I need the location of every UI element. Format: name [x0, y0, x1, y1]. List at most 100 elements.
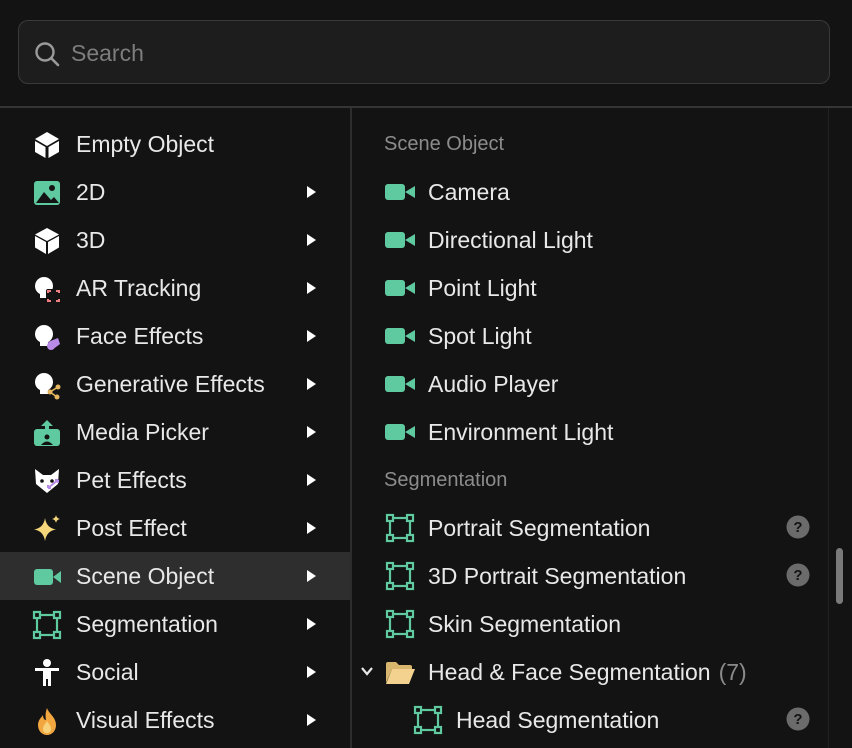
menu-item-label: AR Tracking [76, 275, 202, 301]
scrollbar-thumb[interactable] [836, 548, 843, 604]
menu-item-label: Face Effects [76, 323, 204, 349]
video-camera-icon [385, 232, 415, 248]
video-camera-icon [34, 569, 61, 585]
menu-item-ar-tracking[interactable]: AR Tracking [0, 264, 350, 312]
menu-item-label: Social [76, 659, 139, 685]
item-head-segmentation[interactable]: Head Segmentation ? [352, 696, 828, 744]
menu-item-visual-effects[interactable]: Visual Effects [0, 696, 350, 744]
item-label: Skin Segmentation [428, 611, 622, 637]
help-icon[interactable]: ? [786, 515, 810, 539]
item-label: Environment Light [428, 419, 614, 445]
svg-text:?: ? [793, 711, 802, 728]
section-header-scene-object: Scene Object [384, 133, 505, 155]
submenu-panel: Scene Object Camera Directional Light Po… [352, 108, 828, 748]
folder-open-icon [386, 662, 415, 684]
menu-item-label: Segmentation [76, 611, 218, 637]
item-environment-light[interactable]: Environment Light [352, 408, 828, 456]
chevron-right-icon [307, 474, 316, 486]
item-point-light[interactable]: Point Light [352, 264, 828, 312]
image-icon [34, 181, 60, 205]
menu-item-media-picker[interactable]: Media Picker [0, 408, 350, 456]
chevron-right-icon [307, 426, 316, 438]
cube-icon [35, 228, 59, 254]
pet-effects-icon [35, 469, 59, 493]
menu-item-3d[interactable]: 3D [0, 216, 350, 264]
item-spot-light[interactable]: Spot Light [352, 312, 828, 360]
item-camera[interactable]: Camera [352, 168, 828, 216]
video-camera-icon [385, 184, 415, 200]
search-area [0, 0, 852, 108]
segmentation-icon [385, 609, 415, 639]
video-camera-icon [385, 280, 415, 296]
menu-item-label: 3D [76, 227, 106, 253]
face-effects-icon [35, 325, 60, 350]
chevron-right-icon [307, 234, 316, 246]
chevron-right-icon [307, 330, 316, 342]
video-camera-icon [385, 424, 415, 440]
menu-item-label: Generative Effects [76, 371, 265, 397]
search-input[interactable] [71, 35, 811, 71]
menu-item-post-effect[interactable]: Post Effect [0, 504, 350, 552]
ar-tracking-icon [35, 277, 60, 303]
item-label: Point Light [428, 275, 537, 301]
video-camera-icon [385, 328, 415, 344]
item-label: 3D Portrait Segmentation [428, 563, 687, 589]
chevron-right-icon [307, 570, 316, 582]
section-header-segmentation: Segmentation [384, 469, 508, 491]
chevron-right-icon [307, 186, 316, 198]
flame-icon [38, 708, 56, 735]
segmentation-icon [385, 561, 415, 591]
item-label: Head & Face Segmentation (7) [428, 659, 747, 685]
menu-item-pet-effects[interactable]: Pet Effects [0, 456, 350, 504]
chevron-down-icon[interactable] [360, 664, 374, 678]
chevron-right-icon [307, 522, 316, 534]
item-count: (7) [718, 659, 747, 685]
item-audio-player[interactable]: Audio Player [352, 360, 828, 408]
item-directional-light[interactable]: Directional Light [352, 216, 828, 264]
chevron-right-icon [307, 714, 316, 726]
scrollbar-track[interactable] [828, 108, 852, 748]
item-label: Directional Light [428, 227, 593, 253]
item-label: Camera [428, 179, 510, 205]
menu-item-2d[interactable]: 2D [0, 168, 350, 216]
help-icon[interactable]: ? [786, 707, 810, 731]
menu-item-generative-effects[interactable]: Generative Effects [0, 360, 350, 408]
svg-text:?: ? [793, 567, 802, 584]
video-camera-icon [385, 376, 415, 392]
menu-item-label: Visual Effects [76, 707, 215, 733]
person-icon [35, 659, 59, 686]
item-3d-portrait-segmentation[interactable]: 3D Portrait Segmentation ? [352, 552, 828, 600]
item-portrait-segmentation[interactable]: Portrait Segmentation ? [352, 504, 828, 552]
menu-item-label: Empty Object [76, 131, 215, 157]
chevron-right-icon [307, 282, 316, 294]
empty-object-icon [35, 132, 59, 158]
menu-item-label: Media Picker [76, 419, 209, 445]
menu-item-face-effects[interactable]: Face Effects [0, 312, 350, 360]
generative-effects-icon [35, 373, 61, 400]
help-icon[interactable]: ? [786, 563, 810, 587]
item-label: Audio Player [428, 371, 559, 397]
menu-item-label: Pet Effects [76, 467, 187, 493]
chevron-right-icon [307, 378, 316, 390]
media-picker-icon [34, 420, 60, 446]
segmentation-icon [32, 610, 62, 640]
menu-item-scene-object[interactable]: Scene Object [0, 552, 350, 600]
chevron-right-icon [307, 618, 316, 630]
menu-item-segmentation[interactable]: Segmentation [0, 600, 350, 648]
menu-item-label: 2D [76, 179, 106, 205]
item-skin-segmentation[interactable]: Skin Segmentation [352, 600, 828, 648]
menu-item-label: Post Effect [76, 515, 187, 541]
category-menu: Empty Object 2D 3D AR Tracking Face Effe… [0, 108, 350, 748]
menu-item-social[interactable]: Social [0, 648, 350, 696]
item-label: Spot Light [428, 323, 532, 349]
folder-head-face-segmentation[interactable]: Head & Face Segmentation (7) [352, 648, 828, 696]
menu-item-label: Scene Object [76, 563, 215, 589]
segmentation-icon [385, 513, 415, 543]
search-icon [35, 42, 60, 67]
menu-item-empty-object[interactable]: Empty Object [0, 120, 350, 168]
item-label: Head Segmentation [456, 707, 660, 733]
search-box[interactable] [18, 20, 830, 84]
sparkle-icon [34, 515, 60, 541]
segmentation-icon [413, 705, 443, 735]
chevron-right-icon [307, 666, 316, 678]
